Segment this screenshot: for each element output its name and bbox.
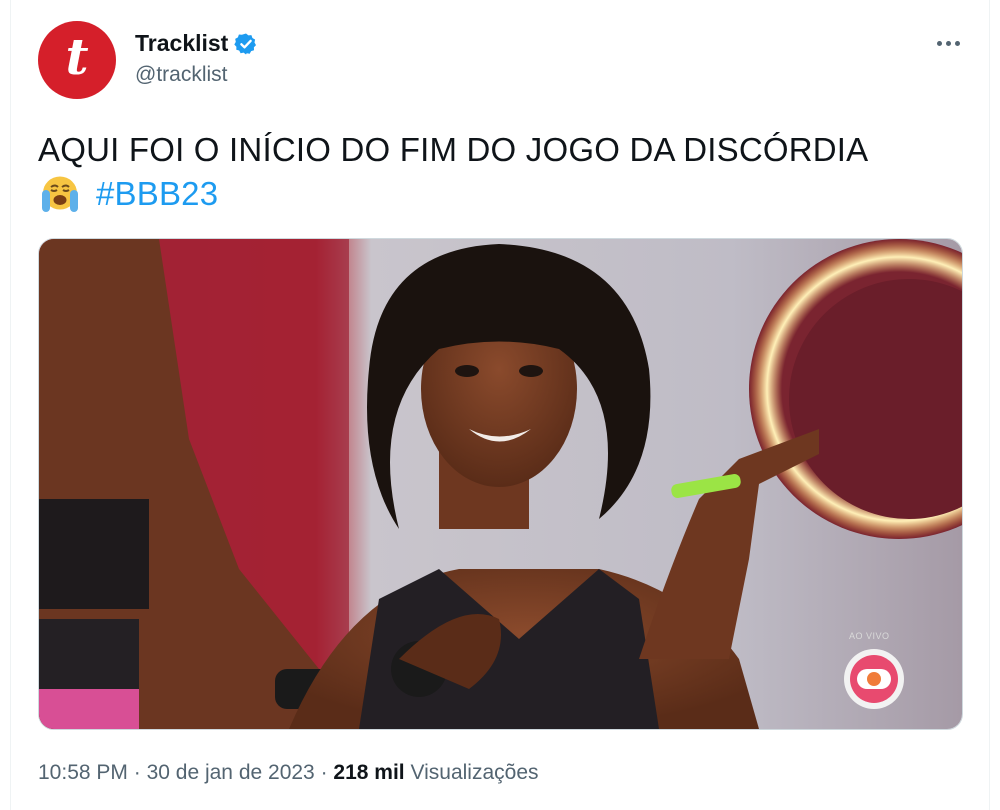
overlay-label: AO VIVO [849,631,890,641]
tweet-meta: 10:58 PM · 30 de jan de 2023 · 218 mil V… [38,761,539,785]
verified-badge-icon [234,32,258,56]
views-label[interactable]: Visualizações [410,761,538,784]
hashtag-link[interactable]: #BBB23 [96,175,218,212]
broadcaster-logo [844,649,904,709]
more-options-icon[interactable] [928,28,968,58]
media-scene: AO VIVO [39,239,962,729]
loudly-crying-emoji [42,176,78,212]
author-name-row[interactable]: Tracklist [135,30,258,57]
tweet-text: AQUI FOI O INÍCIO DO FIM DO JOGO DA DISC… [38,128,958,216]
author-handle[interactable]: @tracklist [135,63,228,87]
avatar-letter: t [65,27,89,86]
tweet-date[interactable]: 30 de jan de 2023 [147,761,315,784]
tweet-text-line: AQUI FOI O INÍCIO DO FIM DO JOGO DA DISC… [38,131,869,168]
display-name[interactable]: Tracklist [135,30,228,57]
avatar[interactable]: t [38,21,116,99]
meta-separator: · [133,761,141,784]
views-count[interactable]: 218 mil [333,761,404,784]
tweet-time[interactable]: 10:58 PM [38,761,128,784]
tweet-media-image[interactable]: AO VIVO [38,238,963,730]
meta-separator: · [320,761,328,784]
